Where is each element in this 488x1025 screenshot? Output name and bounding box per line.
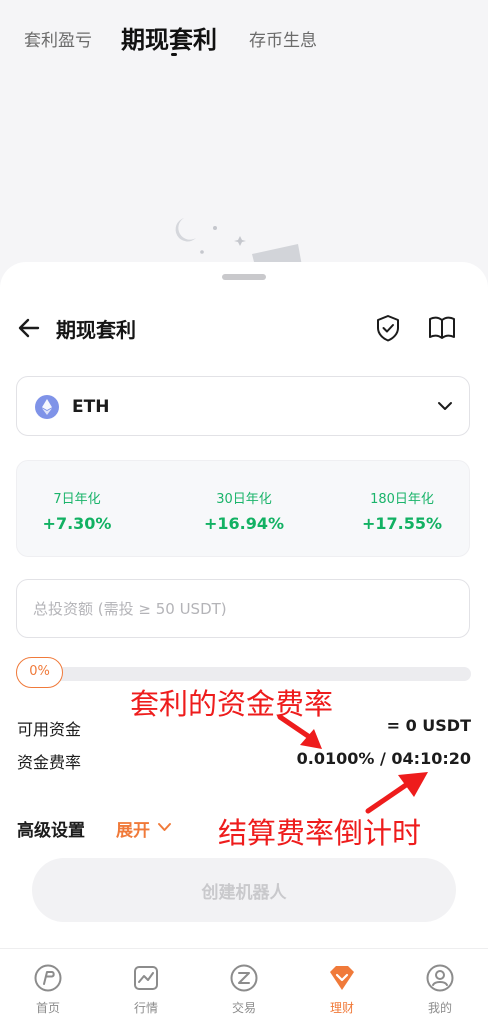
nav-item-market[interactable]: 行情 [116,963,176,1016]
investment-slider[interactable] [16,667,471,681]
funding-rate-value: 0.0100% / 04:10:20 [296,749,471,768]
expand-chevron-icon[interactable] [157,821,172,833]
page-title: 期现套利 [56,318,136,342]
nav-label-trade: 交易 [231,1001,256,1015]
shield-check-icon[interactable] [374,313,402,343]
nav-label-profile: 我的 [427,1001,452,1015]
chevron-down-icon [438,402,452,410]
top-tabs: 套利盈亏 期现套利 存币生息 [0,0,488,72]
annotation-arrow-down-icon [277,714,322,749]
rate-180d-value: +17.55% [361,514,443,533]
rate-7d-label: 7日年化 [53,492,101,507]
rate-30d: 30日年化 +16.94% [184,488,304,533]
annualized-rates-panel: 7日年化 +7.30% 30日年化 +16.94% 180日年化 +17.55% [16,460,470,557]
rate-7d: 7日年化 +7.30% [17,488,137,533]
create-bot-button[interactable]: 创建机器人 [32,858,456,922]
selected-coin: ETH [72,397,110,417]
annotation-countdown: 结算费率倒计时 [218,816,422,850]
active-tab-indicator [171,53,177,56]
rate-7d-value: +7.30% [42,514,112,533]
investment-field[interactable] [16,579,470,638]
empty-state-illustration [175,218,302,270]
ethereum-icon [35,395,59,419]
nav-label-home: 首页 [35,1001,60,1015]
coin-selector[interactable]: ETH [16,376,470,436]
rate-30d-value: +16.94% [203,514,285,533]
sheet-drag-handle[interactable] [222,274,266,280]
tab-savings[interactable]: 存币生息 [249,26,317,51]
back-arrow-icon[interactable] [16,315,42,341]
market-icon [134,966,158,990]
nav-item-trade[interactable]: 交易 [214,963,274,1016]
book-icon[interactable] [427,314,457,342]
nav-item-home[interactable]: 首页 [18,963,78,1016]
nav-label-market: 行情 [133,1001,158,1015]
available-funds-value: = 0 USDT [386,716,471,735]
expand-toggle[interactable]: 展开 [116,816,150,841]
rate-180d-label: 180日年化 [370,492,434,507]
bottom-nav: 首页 行情 交易 理财 我的 [0,948,488,1025]
tab-spot-futures-arbitrage[interactable]: 期现套利 [121,20,217,55]
funding-rate-label: 资金费率 [17,753,82,772]
nav-item-profile[interactable]: 我的 [410,963,470,1016]
nav-item-finance[interactable]: 理财 [312,963,372,1016]
slider-thumb[interactable]: 0% [16,657,63,688]
tab-arbitrage-pnl[interactable]: 套利盈亏 [24,26,92,51]
nav-label-finance: 理财 [329,1001,354,1015]
annotation-arrow-up-icon [365,772,428,814]
advanced-settings-label: 高级设置 [17,821,85,841]
finance-icon [330,966,354,990]
available-funds-label: 可用资金 [17,720,82,739]
rate-30d-label: 30日年化 [216,492,272,507]
home-icon [34,964,62,992]
rate-180d: 180日年化 +17.55% [342,488,462,533]
profile-icon [426,964,454,992]
investment-input[interactable] [33,594,453,624]
trade-icon [230,964,258,992]
